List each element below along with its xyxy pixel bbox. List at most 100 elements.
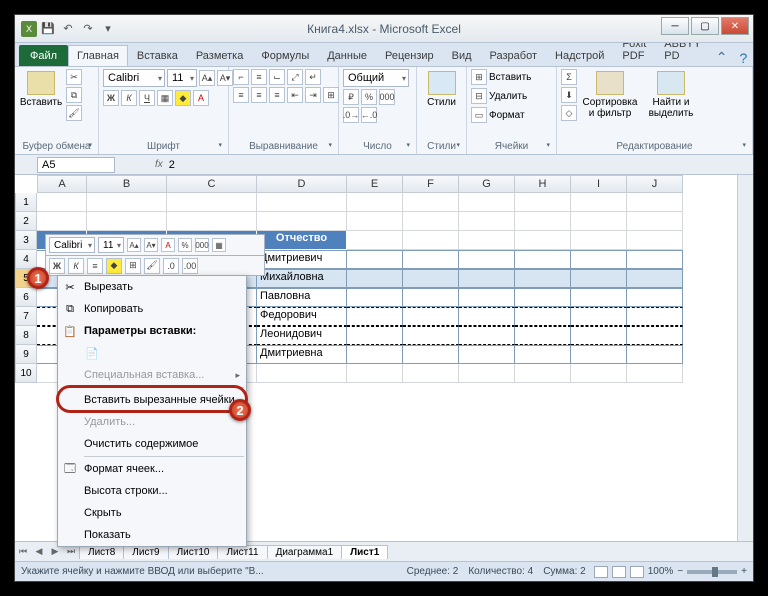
- mini-percent-icon[interactable]: %: [178, 238, 192, 252]
- align-top-icon[interactable]: ⌐: [233, 69, 249, 85]
- col-header[interactable]: B: [87, 175, 167, 193]
- qat-save-icon[interactable]: 💾: [39, 20, 57, 38]
- view-layout-icon[interactable]: [612, 566, 626, 578]
- cut-icon[interactable]: ✂: [66, 69, 82, 85]
- row-header[interactable]: 10: [15, 364, 37, 383]
- col-header[interactable]: A: [37, 175, 87, 193]
- fill-color-icon[interactable]: ◆: [175, 90, 191, 106]
- row-header[interactable]: 8: [15, 326, 37, 345]
- tab-layout[interactable]: Разметка: [187, 45, 253, 66]
- formula-value[interactable]: 2: [169, 159, 175, 171]
- sort-filter-button[interactable]: Сортировка и фильтр: [580, 69, 640, 121]
- view-normal-icon[interactable]: [594, 566, 608, 578]
- font-color-icon[interactable]: A: [193, 90, 209, 106]
- tab-insert[interactable]: Вставка: [128, 45, 187, 66]
- tab-data[interactable]: Данные: [318, 45, 376, 66]
- fx-icon[interactable]: fx: [155, 159, 163, 170]
- name-box[interactable]: A5: [37, 157, 115, 173]
- sheet-nav-next-icon[interactable]: ▶: [47, 546, 63, 557]
- mini-comma-icon[interactable]: 000: [195, 238, 209, 252]
- mini-size-combo[interactable]: 11: [98, 237, 124, 253]
- col-header[interactable]: F: [403, 175, 459, 193]
- align-right-icon[interactable]: ≡: [269, 87, 285, 103]
- zoom-out-icon[interactable]: −: [677, 566, 683, 577]
- paste-button[interactable]: Вставить: [19, 69, 63, 110]
- comma-icon[interactable]: 000: [379, 89, 395, 105]
- clear-icon[interactable]: ◇: [561, 105, 577, 121]
- bold-button[interactable]: Ж: [103, 90, 119, 106]
- decrease-decimal-icon[interactable]: ←.0: [361, 107, 377, 123]
- mini-borders-icon[interactable]: ▦: [212, 238, 226, 252]
- mini-font-color-icon[interactable]: A: [161, 238, 175, 252]
- mini-merge-icon[interactable]: ⊞: [125, 258, 141, 274]
- row-header[interactable]: 2: [15, 212, 37, 231]
- copy-icon[interactable]: ⧉: [66, 87, 82, 103]
- mini-italic-button[interactable]: К: [68, 258, 84, 274]
- format-cells-icon[interactable]: ▭: [471, 107, 487, 123]
- col-header[interactable]: E: [347, 175, 403, 193]
- col-header[interactable]: J: [627, 175, 683, 193]
- tab-addins[interactable]: Надстрой: [546, 45, 613, 66]
- ctx-show[interactable]: Показать: [58, 524, 246, 546]
- percent-icon[interactable]: %: [361, 89, 377, 105]
- mini-bold-button[interactable]: Ж: [49, 258, 65, 274]
- sheet-tab[interactable]: Диаграмма1: [267, 545, 343, 559]
- mini-grow-font-icon[interactable]: A▴: [127, 238, 141, 252]
- autosum-icon[interactable]: Σ: [561, 69, 577, 85]
- ctx-format-cells[interactable]: 🗔Формат ячеек...: [58, 458, 246, 480]
- col-header[interactable]: D: [257, 175, 347, 193]
- maximize-button[interactable]: ▢: [691, 17, 719, 35]
- format-painter-icon[interactable]: 🖌: [66, 105, 82, 121]
- tab-developer[interactable]: Разработ: [481, 45, 546, 66]
- merge-icon[interactable]: ⊞: [323, 87, 339, 103]
- zoom-value[interactable]: 100%: [648, 566, 674, 577]
- ctx-clear[interactable]: Очистить содержимое: [58, 433, 246, 455]
- col-header[interactable]: H: [515, 175, 571, 193]
- sheet-nav-first-icon[interactable]: ⏮: [15, 546, 31, 557]
- qat-dropdown-icon[interactable]: ▾: [99, 20, 117, 38]
- fill-icon[interactable]: ⬇: [561, 87, 577, 103]
- row-header[interactable]: 6: [15, 288, 37, 307]
- ribbon-collapse-icon[interactable]: ⌃: [710, 49, 734, 66]
- col-header[interactable]: G: [459, 175, 515, 193]
- help-icon[interactable]: ?: [734, 50, 754, 66]
- align-left-icon[interactable]: ≡: [233, 87, 249, 103]
- decrease-indent-icon[interactable]: ⇤: [287, 87, 303, 103]
- qat-redo-icon[interactable]: ↷: [79, 20, 97, 38]
- borders-icon[interactable]: ▦: [157, 90, 173, 106]
- insert-cells-label[interactable]: Вставить: [489, 72, 531, 83]
- tab-view[interactable]: Вид: [443, 45, 481, 66]
- italic-button[interactable]: К: [121, 90, 137, 106]
- align-middle-icon[interactable]: ≡: [251, 69, 267, 85]
- mini-align-icon[interactable]: ≡: [87, 258, 103, 274]
- tab-home[interactable]: Главная: [68, 45, 128, 66]
- find-select-button[interactable]: Найти и выделить: [643, 69, 699, 121]
- col-header[interactable]: I: [571, 175, 627, 193]
- mini-font-combo[interactable]: Calibri: [49, 237, 95, 253]
- mini-format-painter-icon[interactable]: 🖌: [144, 258, 160, 274]
- grow-font-icon[interactable]: A▴: [199, 70, 215, 86]
- sheet-nav-prev-icon[interactable]: ◀: [31, 546, 47, 557]
- increase-indent-icon[interactable]: ⇥: [305, 87, 321, 103]
- minimize-button[interactable]: ─: [661, 17, 689, 35]
- number-format-combo[interactable]: Общий: [343, 69, 409, 87]
- ctx-cut[interactable]: ✂Вырезать: [58, 276, 246, 298]
- sheet-nav-last-icon[interactable]: ⏭: [63, 546, 79, 557]
- vertical-scrollbar[interactable]: [737, 175, 753, 541]
- font-size-combo[interactable]: 11: [167, 69, 197, 87]
- wrap-text-icon[interactable]: ↵: [305, 69, 321, 85]
- close-button[interactable]: ✕: [721, 17, 749, 35]
- mini-dec-decimal-icon[interactable]: .0: [163, 258, 179, 274]
- align-bottom-icon[interactable]: ⌙: [269, 69, 285, 85]
- zoom-in-icon[interactable]: +: [741, 566, 747, 577]
- row-header[interactable]: 9: [15, 345, 37, 364]
- insert-cells-icon[interactable]: ⊞: [471, 69, 487, 85]
- align-center-icon[interactable]: ≡: [251, 87, 267, 103]
- mini-fill-icon[interactable]: ◆: [106, 258, 122, 274]
- row-header[interactable]: 1: [15, 193, 37, 212]
- font-name-combo[interactable]: Calibri: [103, 69, 165, 87]
- increase-decimal-icon[interactable]: .0→: [343, 107, 359, 123]
- zoom-slider[interactable]: [687, 570, 737, 574]
- delete-cells-label[interactable]: Удалить: [489, 91, 527, 102]
- sheet-tab-active[interactable]: Лист1: [341, 545, 388, 559]
